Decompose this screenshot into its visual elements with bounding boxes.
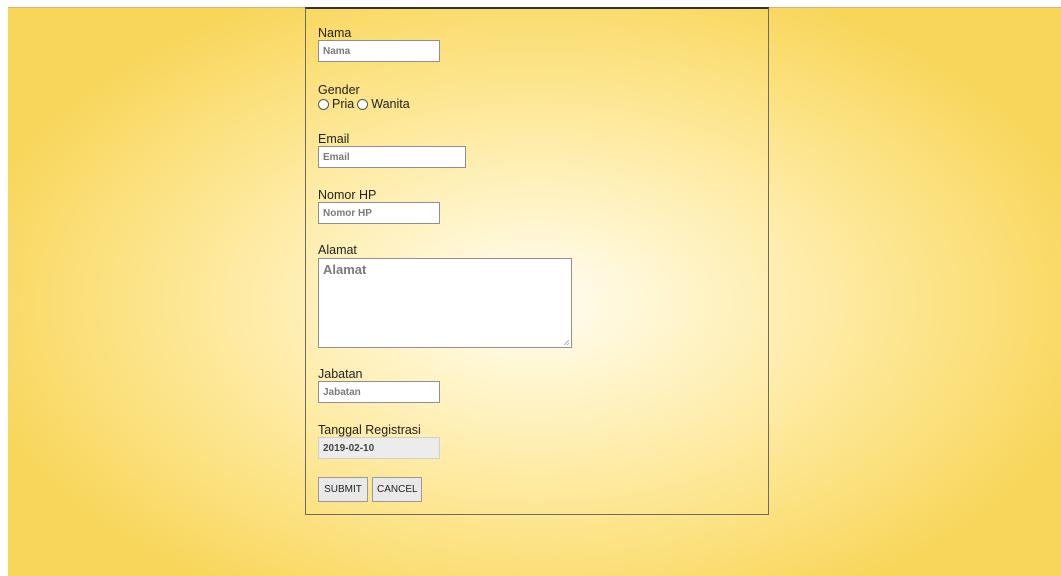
tanggal-registrasi-input — [318, 437, 440, 459]
radio-wanita[interactable] — [357, 98, 369, 110]
radio-pria-label: Pria — [332, 97, 355, 111]
gender-label: Gender — [318, 83, 360, 97]
gender-radio-group: Pria Wanita — [318, 97, 413, 111]
gender-option-wanita[interactable]: Wanita — [357, 97, 410, 111]
cancel-button[interactable]: CANCEL — [372, 477, 422, 502]
nama-label: Nama — [318, 26, 352, 40]
gender-option-pria[interactable]: Pria — [318, 97, 354, 111]
nomor-hp-label: Nomor HP — [318, 188, 377, 202]
nama-input[interactable] — [318, 40, 440, 62]
email-input[interactable] — [318, 146, 466, 168]
tanggal-registrasi-label: Tanggal Registrasi — [318, 423, 421, 437]
jabatan-input[interactable] — [318, 381, 440, 403]
alamat-label: Alamat — [318, 243, 357, 257]
jabatan-label: Jabatan — [318, 367, 363, 381]
radio-pria[interactable] — [318, 98, 329, 110]
resize-grip-icon[interactable] — [562, 338, 570, 346]
radio-wanita-label: Wanita — [371, 97, 410, 111]
alamat-textarea[interactable] — [318, 258, 572, 348]
email-label: Email — [318, 132, 350, 146]
submit-button[interactable]: SUBMIT — [318, 477, 368, 502]
nomor-hp-input[interactable] — [318, 202, 440, 224]
